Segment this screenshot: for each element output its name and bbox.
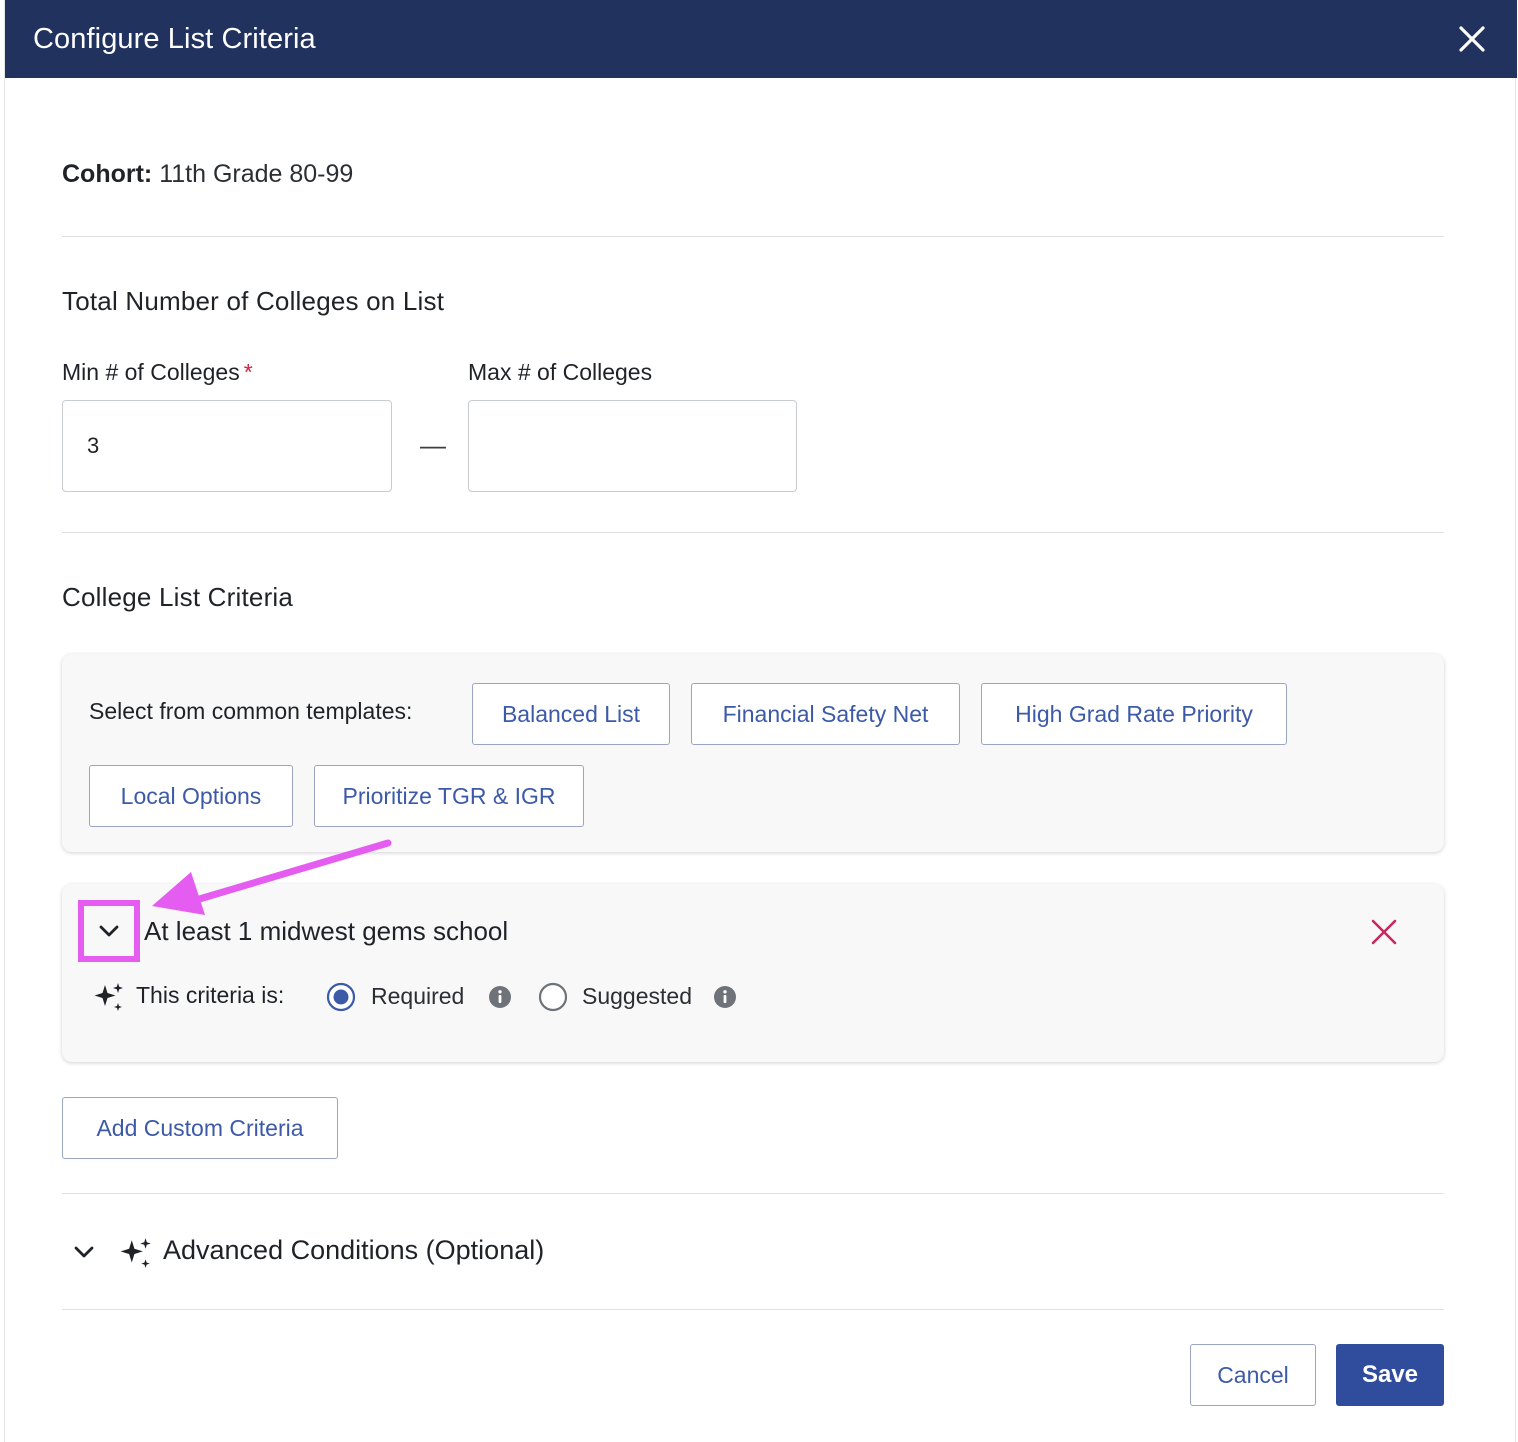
criteria-title: At least 1 midwest gems school bbox=[144, 916, 509, 946]
max-colleges-label: Max # of Colleges bbox=[468, 359, 653, 385]
cancel-button[interactable]: Cancel bbox=[1190, 1344, 1316, 1406]
cohort-label: Cohort: bbox=[62, 160, 153, 188]
suggested-radio[interactable] bbox=[537, 981, 569, 1013]
range-separator: — bbox=[420, 430, 446, 460]
modal-title: Configure List Criteria bbox=[33, 22, 316, 55]
close-icon[interactable] bbox=[1455, 22, 1489, 56]
templates-label: Select from common templates: bbox=[89, 698, 413, 724]
template-financial-safety-net-button[interactable]: Financial Safety Net bbox=[691, 683, 960, 745]
divider bbox=[62, 1309, 1444, 1310]
required-marker: * bbox=[243, 359, 253, 385]
info-icon[interactable] bbox=[712, 984, 738, 1010]
cohort-info: Cohort: 11th Grade 80-99 bbox=[62, 160, 353, 189]
college-list-criteria-heading: College List Criteria bbox=[62, 582, 294, 612]
save-button[interactable]: Save bbox=[1336, 1344, 1444, 1406]
min-colleges-label: Min # of Colleges * bbox=[62, 359, 253, 386]
sparkle-icon bbox=[120, 1238, 151, 1268]
info-icon[interactable] bbox=[487, 984, 513, 1010]
suggested-label: Suggested bbox=[582, 983, 692, 1009]
template-balanced-list-button[interactable]: Balanced List bbox=[472, 683, 670, 745]
annotation-highlight-box bbox=[78, 900, 140, 962]
advanced-conditions-toggle[interactable]: Advanced Conditions (Optional) bbox=[163, 1235, 544, 1266]
required-label: Required bbox=[371, 983, 465, 1009]
cohort-value: 11th Grade 80-99 bbox=[159, 160, 354, 188]
modal-header: Configure List Criteria bbox=[5, 0, 1517, 78]
delete-criteria-close-icon[interactable] bbox=[1368, 916, 1400, 948]
divider bbox=[62, 236, 1444, 237]
chevron-down-icon[interactable] bbox=[71, 1239, 97, 1265]
criteria-type-label: This criteria is: bbox=[136, 982, 285, 1008]
min-colleges-input[interactable] bbox=[62, 400, 392, 492]
divider bbox=[62, 532, 1444, 533]
required-radio[interactable] bbox=[325, 981, 357, 1013]
min-colleges-label-text: Min # of Colleges bbox=[62, 359, 240, 385]
criteria-card bbox=[62, 884, 1444, 1062]
add-custom-criteria-button[interactable]: Add Custom Criteria bbox=[62, 1097, 338, 1159]
divider bbox=[62, 1193, 1444, 1194]
sparkle-icon bbox=[94, 983, 123, 1011]
template-prioritize-tgr-igr-button[interactable]: Prioritize TGR & IGR bbox=[314, 765, 584, 827]
template-high-grad-rate-priority-button[interactable]: High Grad Rate Priority bbox=[981, 683, 1287, 745]
max-colleges-input[interactable] bbox=[468, 400, 797, 492]
total-colleges-heading: Total Number of Colleges on List bbox=[62, 286, 445, 316]
template-local-options-button[interactable]: Local Options bbox=[89, 765, 293, 827]
